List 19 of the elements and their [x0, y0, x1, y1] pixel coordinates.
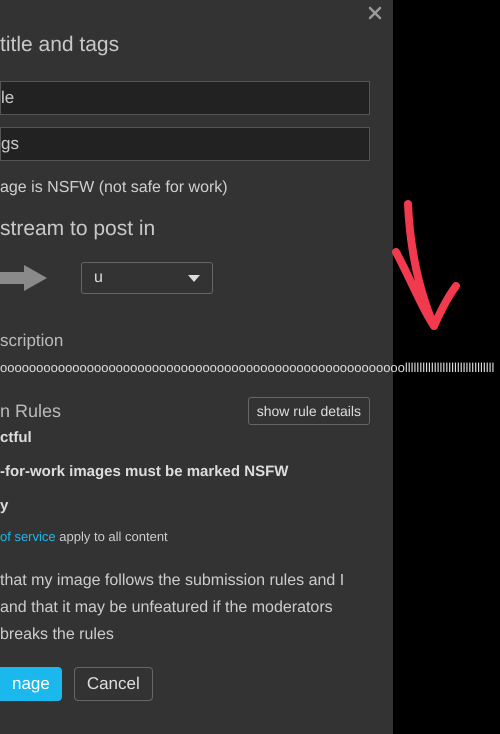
section-heading: stream to post in — [0, 216, 156, 242]
title-field[interactable]: le — [0, 81, 370, 115]
terms-note: of service apply to all content — [0, 528, 169, 546]
cancel-button[interactable]: Cancel — [74, 667, 153, 701]
section-heading: title and tags — [0, 32, 120, 58]
rule-item: y — [0, 496, 10, 516]
description-label: scription — [0, 330, 64, 352]
description-text: oooooooooooooooooooooooooooooooooooooooooooooooooooooooolllllllllllllllllllllllllllllll — [0, 360, 496, 376]
caret-icon — [188, 274, 200, 282]
agreement-text: that my image follows the submission rules and I and that it may be unfeatured if the moderators breaks the rules — [0, 571, 346, 645]
rule-item: ctful — [0, 428, 33, 448]
nsfw-label: age is NSFW (not safe for work) — [0, 178, 229, 198]
tags-field[interactable]: gs — [0, 127, 370, 161]
stream-select[interactable]: u — [81, 262, 213, 294]
terms-link[interactable]: of service — [0, 529, 56, 544]
rules-heading: n Rules — [0, 400, 62, 422]
arrow-right-icon — [0, 265, 47, 291]
show-rule-details-button[interactable]: show rule details — [248, 397, 370, 425]
rule-item: -for-work images must be marked NSFW — [0, 462, 290, 482]
